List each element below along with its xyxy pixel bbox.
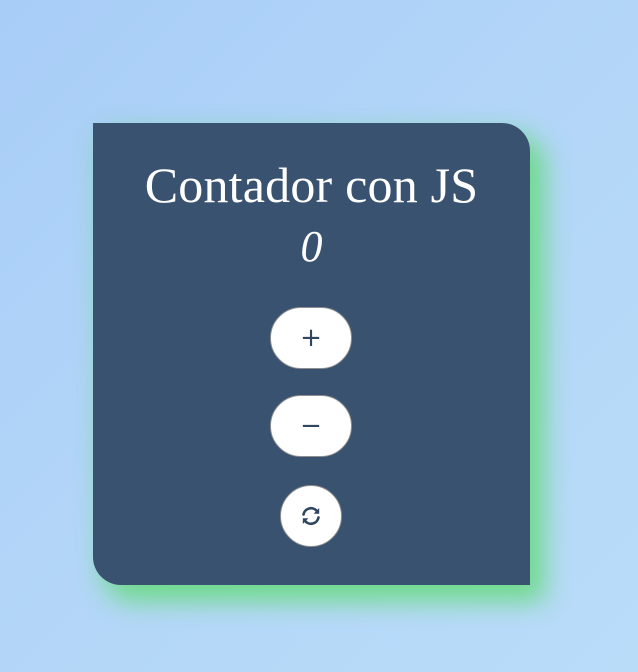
refresh-icon: [299, 504, 323, 528]
page-title: Contador con JS: [144, 157, 479, 213]
increment-button[interactable]: +: [270, 307, 352, 369]
minus-icon: −: [300, 411, 322, 441]
counter-value: 0: [300, 222, 323, 271]
plus-icon: +: [300, 323, 322, 353]
decrement-button[interactable]: −: [270, 395, 352, 457]
reset-button[interactable]: [280, 485, 342, 547]
counter-card: Contador con JS 0 + −: [93, 123, 530, 585]
